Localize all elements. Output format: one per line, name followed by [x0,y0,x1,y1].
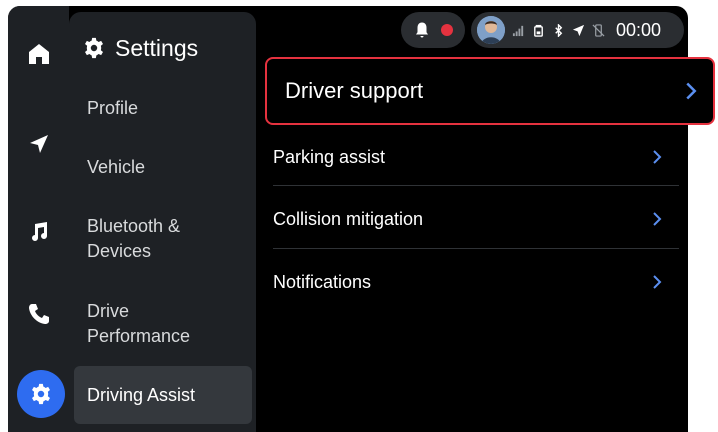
home-icon [28,44,49,64]
phone-icon [28,304,49,324]
list-item-label: Notifications [273,271,372,292]
rail-navigation-button[interactable] [8,116,69,172]
divider [273,185,679,186]
settings-item-profile[interactable]: Profile [87,96,247,121]
avatar-image [477,16,505,44]
chevron-right-icon [653,150,662,164]
avatar[interactable] [477,16,505,44]
gear-icon [85,37,103,59]
battery-icon [534,24,543,37]
rail-settings-button[interactable] [17,370,65,418]
signal-icon [512,25,524,36]
rail-phone-button[interactable] [8,286,69,342]
bluetooth-icon [555,23,563,37]
gear-icon [32,383,50,405]
list-item-label: Parking assist [273,146,386,167]
navigation-icon [29,135,48,153]
music-icon [31,222,47,241]
list-item-driver-support[interactable]: Driver support [265,57,715,125]
settings-header: Settings [83,32,198,64]
settings-item-bluetooth[interactable]: Bluetooth & Devices [87,214,247,264]
clock: 00:00 [616,19,662,40]
settings-item-vehicle[interactable]: Vehicle [87,155,247,180]
settings-item-drive-performance[interactable]: Drive Performance [87,299,247,349]
list-item-notifications[interactable]: Notifications [273,267,679,297]
list-item-label: Collision mitigation [273,208,424,229]
chevron-right-icon [653,212,662,226]
rail-home-button[interactable] [8,26,69,82]
chevron-right-icon [653,275,662,289]
settings-item-driving-assist[interactable]: Driving Assist [74,366,252,424]
no-phone-icon [592,23,605,37]
chevron-right-icon [686,82,697,100]
rail-music-button[interactable] [8,204,69,260]
list-item-collision-mitigation[interactable]: Collision mitigation [273,204,679,234]
app-rail [8,6,69,432]
list-item-label: Driver support [285,78,424,103]
record-dot-icon [441,24,453,36]
status-pill[interactable]: 00:00 [471,12,684,48]
alerts-pill[interactable] [401,12,465,48]
page-title: Settings [115,34,199,61]
location-icon [572,24,585,36]
divider [273,248,679,249]
list-item-parking-assist[interactable]: Parking assist [273,142,679,172]
bell-icon [416,22,428,38]
settings-panel: Settings Profile Vehicle Bluetooth & Dev… [69,12,256,432]
